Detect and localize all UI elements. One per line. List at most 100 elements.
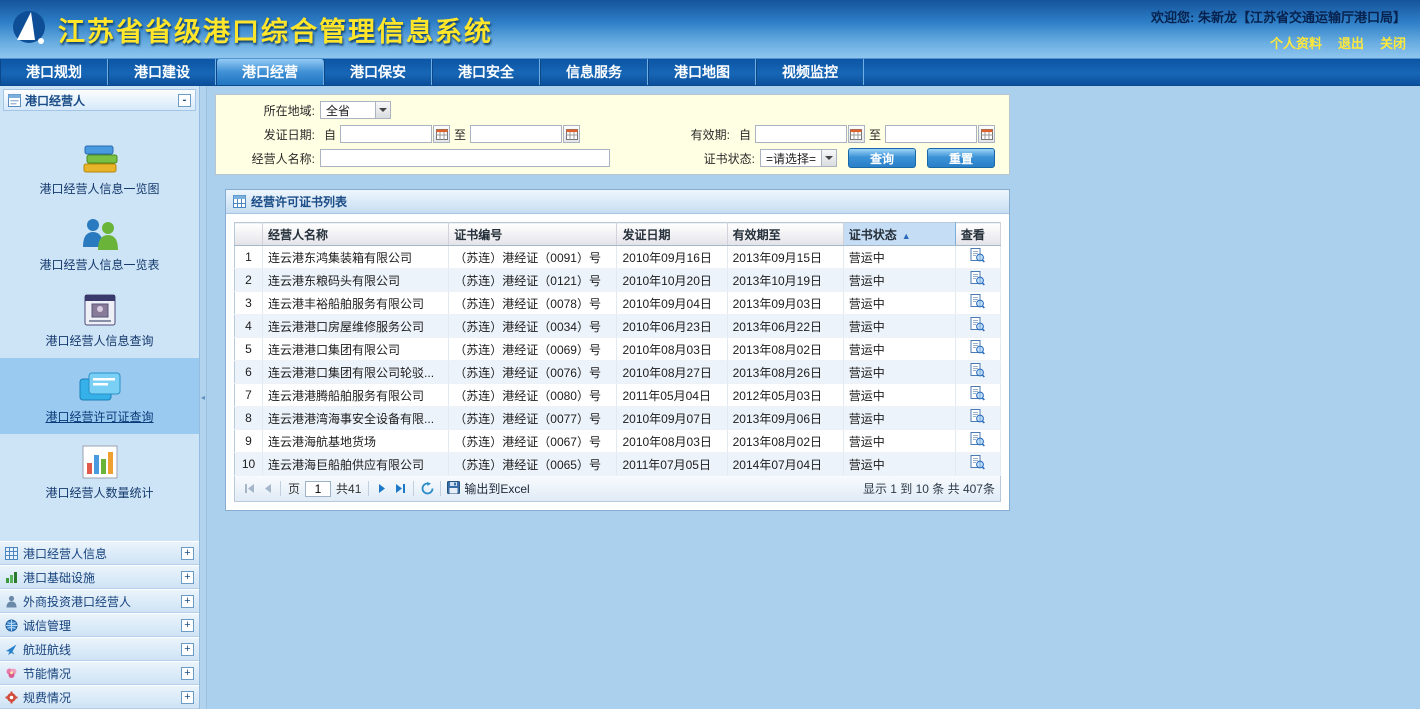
calendar-icon[interactable] bbox=[978, 125, 995, 143]
col-operator-name[interactable]: 经营人名称 bbox=[263, 223, 449, 246]
expand-button[interactable]: + bbox=[181, 571, 194, 584]
pagination-bar: 页 共41 输出到Excel 显示 1 到 10 条 共 4 bbox=[234, 476, 1001, 502]
group-credit-management[interactable]: 诚信管理 + bbox=[0, 613, 199, 637]
col-cert-no[interactable]: 证书编号 bbox=[449, 223, 617, 246]
issue-date-from-input[interactable] bbox=[340, 125, 432, 143]
validity-to-input[interactable] bbox=[885, 125, 977, 143]
group-operator-info[interactable]: 港口经营人信息 + bbox=[0, 541, 199, 565]
operator-name-input[interactable] bbox=[320, 149, 610, 167]
expand-button[interactable]: + bbox=[181, 619, 194, 632]
col-issue-date[interactable]: 发证日期 bbox=[617, 223, 727, 246]
calendar-icon[interactable] bbox=[563, 125, 580, 143]
nav-tab-port-safety[interactable]: 港口安全 bbox=[432, 59, 540, 85]
calendar-icon[interactable] bbox=[848, 125, 865, 143]
app-header: 江苏省省级港口综合管理信息系统 欢迎您: 朱新龙【江苏省交通运输厅港口局】 个人… bbox=[0, 0, 1420, 58]
view-cell bbox=[955, 407, 1000, 430]
menu-item-operator-info-query[interactable]: 港口经营人信息查询 bbox=[0, 282, 199, 358]
close-link[interactable]: 关闭 bbox=[1380, 33, 1406, 52]
last-page-button[interactable] bbox=[391, 480, 409, 498]
expand-button[interactable]: + bbox=[181, 667, 194, 680]
group-fees[interactable]: 规费情况 + bbox=[0, 685, 199, 709]
table-row[interactable]: 9 连云港海航基地货场 （苏连）港经证（0067）号 2010年08月03日 2… bbox=[235, 430, 1001, 453]
view-icon[interactable] bbox=[970, 340, 985, 355]
reset-button[interactable]: 重置 bbox=[927, 148, 995, 168]
view-icon[interactable] bbox=[970, 294, 985, 309]
issue-cell: 2010年06月23日 bbox=[617, 315, 727, 338]
group-energy-saving[interactable]: 节能情况 + bbox=[0, 661, 199, 685]
rownum-cell: 10 bbox=[235, 453, 263, 476]
view-icon[interactable] bbox=[970, 455, 985, 470]
nav-tab-port-map[interactable]: 港口地图 bbox=[648, 59, 756, 85]
table-row[interactable]: 3 连云港丰裕船舶服务有限公司 （苏连）港经证（0078）号 2010年09月0… bbox=[235, 292, 1001, 315]
nav-tab-port-security[interactable]: 港口保安 bbox=[324, 59, 432, 85]
col-cert-status[interactable]: 证书状态▲ bbox=[843, 223, 955, 246]
next-page-button[interactable] bbox=[373, 480, 391, 498]
operator-name-label: 经营人名称: bbox=[220, 150, 320, 167]
view-icon[interactable] bbox=[970, 317, 985, 332]
cert-status-select[interactable]: =请选择= bbox=[760, 149, 837, 167]
expand-button[interactable]: + bbox=[181, 595, 194, 608]
table-row[interactable]: 6 连云港港口集团有限公司轮驳... （苏连）港经证（0076）号 2010年0… bbox=[235, 361, 1001, 384]
group-foreign-investment[interactable]: 外商投资港口经营人 + bbox=[0, 589, 199, 613]
validity-from-input[interactable] bbox=[755, 125, 847, 143]
menu-item-operator-overview-diagram[interactable]: 港口经营人信息一览图 bbox=[0, 130, 199, 206]
page-number-input[interactable] bbox=[305, 481, 331, 497]
table-row[interactable]: 4 连云港港口房屋维修服务公司 （苏连）港经证（0034）号 2010年06月2… bbox=[235, 315, 1001, 338]
view-icon[interactable] bbox=[970, 271, 985, 286]
view-icon[interactable] bbox=[970, 386, 985, 401]
status-cell: 营运中 bbox=[843, 407, 955, 430]
list-panel-header: 经营许可证书列表 bbox=[226, 190, 1009, 214]
view-icon[interactable] bbox=[970, 363, 985, 378]
table-row[interactable]: 8 连云港港湾海事安全设备有限... （苏连）港经证（0077）号 2010年0… bbox=[235, 407, 1001, 430]
menu-item-license-query[interactable]: 港口经营许可证查询 bbox=[0, 358, 199, 434]
issue-date-to-input[interactable] bbox=[470, 125, 562, 143]
group-flight-routes[interactable]: 航班航线 + bbox=[0, 637, 199, 661]
view-cell bbox=[955, 384, 1000, 407]
status-cell: 营运中 bbox=[843, 246, 955, 269]
nav-tab-port-construction[interactable]: 港口建设 bbox=[108, 59, 216, 85]
idcard-icon bbox=[81, 291, 119, 329]
nav-tab-port-planning[interactable]: 港口规划 bbox=[0, 59, 108, 85]
menu-item-operator-overview-table[interactable]: 港口经营人信息一览表 bbox=[0, 206, 199, 282]
profile-link[interactable]: 个人资料 bbox=[1270, 33, 1322, 52]
name-cell: 连云港港口集团有限公司轮驳... bbox=[263, 361, 449, 384]
view-icon[interactable] bbox=[970, 409, 985, 424]
menu-item-label: 港口经营人数量统计 bbox=[45, 484, 153, 501]
calendar-icon[interactable] bbox=[433, 125, 450, 143]
prev-page-button[interactable] bbox=[258, 480, 276, 498]
first-page-button[interactable] bbox=[240, 480, 258, 498]
table-header-row: 经营人名称 证书编号 发证日期 有效期至 证书状态▲ 查看 bbox=[235, 223, 1001, 246]
expand-button[interactable]: + bbox=[181, 643, 194, 656]
valid-cell: 2013年08月02日 bbox=[727, 430, 843, 453]
query-button[interactable]: 查询 bbox=[848, 148, 916, 168]
table-row[interactable]: 2 连云港东粮码头有限公司 （苏连）港经证（0121）号 2010年10月20日… bbox=[235, 269, 1001, 292]
nav-tab-info-service[interactable]: 信息服务 bbox=[540, 59, 648, 85]
sidebar-splitter[interactable]: ◂ bbox=[200, 86, 207, 709]
col-valid-until[interactable]: 有效期至 bbox=[727, 223, 843, 246]
table-row[interactable]: 10 连云港海巨船舶供应有限公司 （苏连）港经证（0065）号 2011年07月… bbox=[235, 453, 1001, 476]
view-cell bbox=[955, 292, 1000, 315]
logout-link[interactable]: 退出 bbox=[1338, 33, 1364, 52]
sidebar-groups: 港口经营人信息 + 港口基础设施 + 外商投资港口经营人 + 诚信管理 + bbox=[0, 541, 199, 709]
collapse-button[interactable]: - bbox=[178, 94, 191, 107]
nav-tab-video-monitor[interactable]: 视频监控 bbox=[756, 59, 864, 85]
menu-item-operator-statistics[interactable]: 港口经营人数量统计 bbox=[0, 434, 199, 510]
view-cell bbox=[955, 453, 1000, 476]
table-row[interactable]: 1 连云港东鸿集装箱有限公司 （苏连）港经证（0091）号 2010年09月16… bbox=[235, 246, 1001, 269]
nav-tab-port-operation[interactable]: 港口经营 bbox=[216, 59, 324, 85]
table-row[interactable]: 7 连云港港腾船舶服务有限公司 （苏连）港经证（0080）号 2011年05月0… bbox=[235, 384, 1001, 407]
refresh-icon[interactable] bbox=[418, 480, 436, 498]
view-icon[interactable] bbox=[970, 248, 985, 263]
export-excel-button[interactable]: 输出到Excel bbox=[447, 480, 529, 497]
name-cell: 连云港东鸿集装箱有限公司 bbox=[263, 246, 449, 269]
sort-asc-icon: ▲ bbox=[902, 231, 911, 241]
view-icon[interactable] bbox=[970, 432, 985, 447]
region-select[interactable]: 全省 bbox=[320, 101, 391, 119]
expand-button[interactable]: + bbox=[181, 547, 194, 560]
expand-button[interactable]: + bbox=[181, 691, 194, 704]
sidebar-panel-header[interactable]: 港口经营人 - bbox=[3, 89, 196, 111]
group-infrastructure[interactable]: 港口基础设施 + bbox=[0, 565, 199, 589]
table-row[interactable]: 5 连云港港口集团有限公司 （苏连）港经证（0069）号 2010年08月03日… bbox=[235, 338, 1001, 361]
form-row-dates: 发证日期: 自 至 有效期: bbox=[220, 122, 1005, 146]
issue-cell: 2010年08月27日 bbox=[617, 361, 727, 384]
